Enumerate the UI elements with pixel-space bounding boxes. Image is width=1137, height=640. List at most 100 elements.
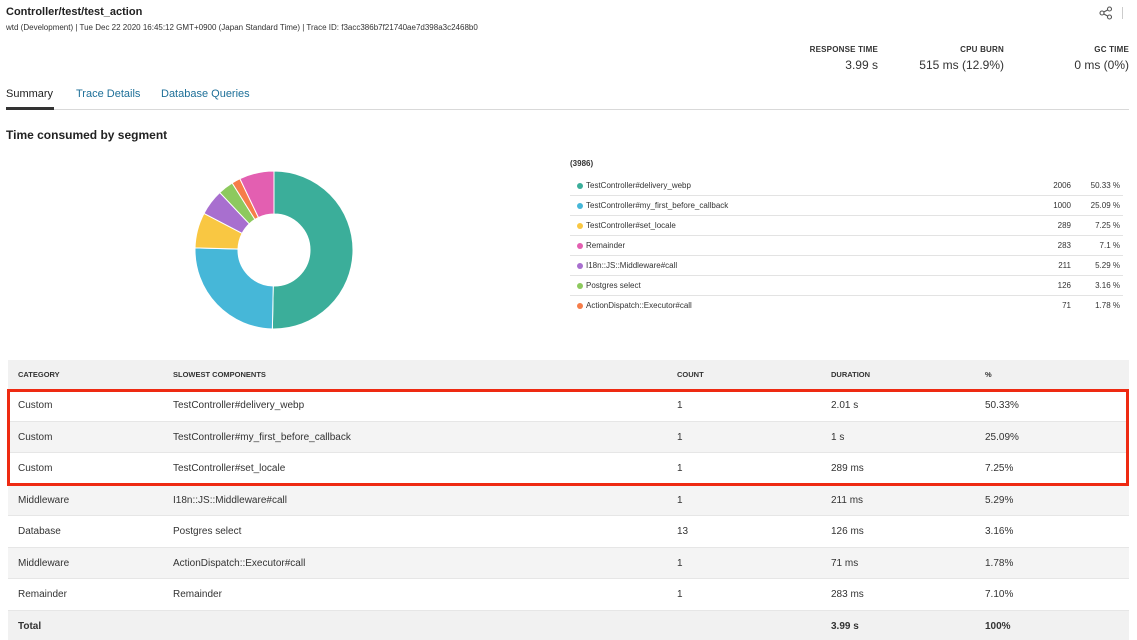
tab-database-queries[interactable]: Database Queries xyxy=(161,88,250,100)
cell-component: Remainder xyxy=(173,589,222,600)
legend-item[interactable]: Postgres select 126 3.16 % xyxy=(570,276,1123,296)
legend-count: 71 xyxy=(1062,301,1071,310)
cell-component: TestController#set_locale xyxy=(173,463,286,474)
legend-color-dot xyxy=(577,263,583,269)
legend-item[interactable]: TestController#delivery_webp 2006 50.33 % xyxy=(570,176,1123,196)
column-header-components[interactable]: SLOWEST COMPONENTS xyxy=(173,360,266,390)
legend-color-dot xyxy=(577,303,583,309)
table-row[interactable]: Custom TestController#my_first_before_cal… xyxy=(8,421,1129,453)
tab-bar: Summary Trace Details Database Queries xyxy=(6,86,1129,110)
column-header-category[interactable]: CATEGORY xyxy=(18,360,60,390)
table-row[interactable]: Middleware ActionDispatch::Executor#call 1… xyxy=(8,547,1129,579)
legend-percent: 5.29 % xyxy=(1095,261,1120,270)
legend-label: ActionDispatch::Executor#call xyxy=(586,301,692,310)
cell-component: TestController#delivery_webp xyxy=(173,400,305,411)
column-header-count[interactable]: COUNT xyxy=(677,360,704,390)
cell-category: Custom xyxy=(18,431,53,443)
share-icon[interactable] xyxy=(1099,6,1113,20)
chart-legend: (3986) TestController#delivery_webp 2006 5… xyxy=(570,158,1123,316)
total-duration: 3.99 s xyxy=(831,620,859,632)
legend-label: TestController#my_first_before_callback xyxy=(586,201,729,210)
legend-count: 289 xyxy=(1057,221,1071,230)
cell-duration: 2.01 s xyxy=(831,400,859,411)
cell-percent: 7.25% xyxy=(985,463,1014,474)
cell-duration: 1 s xyxy=(831,431,845,443)
cell-percent: 3.16% xyxy=(985,526,1014,537)
segments-table: CATEGORY SLOWEST COMPONENTS COUNT DURATI… xyxy=(8,360,1129,640)
cpu-burn-metric: CPU BURN 515 ms (12.9%) xyxy=(919,45,1004,72)
legend-color-dot xyxy=(577,243,583,249)
metric-value: 0 ms (0%) xyxy=(1074,58,1129,72)
legend-label: TestController#delivery_webp xyxy=(586,181,691,190)
tab-trace-details[interactable]: Trace Details xyxy=(76,88,140,100)
cell-count: 1 xyxy=(677,463,683,474)
table-row[interactable]: Remainder Remainder 1 283 ms 7.10% xyxy=(8,579,1129,611)
total-label: Total xyxy=(18,620,42,632)
active-tab-indicator xyxy=(6,107,54,110)
metric-value: 515 ms (12.9%) xyxy=(919,58,1004,72)
cell-category: Middleware xyxy=(18,557,70,569)
donut-slice[interactable] xyxy=(194,247,274,330)
cell-count: 1 xyxy=(677,400,683,411)
table-row[interactable]: Database Postgres select 13 126 ms 3.16% xyxy=(8,516,1129,548)
table-row[interactable]: Custom TestController#set_locale 1 289 ms 7.… xyxy=(8,453,1129,485)
legend-total: (3986) xyxy=(570,159,594,168)
column-header-duration[interactable]: DURATION xyxy=(831,360,870,390)
cell-duration: 289 ms xyxy=(831,463,864,474)
legend-color-dot xyxy=(577,283,583,289)
table-header: CATEGORY SLOWEST COMPONENTS COUNT DURATI… xyxy=(8,360,1129,390)
cell-category: Database xyxy=(18,526,61,537)
cell-count: 1 xyxy=(677,557,683,569)
legend-color-dot xyxy=(577,203,583,209)
donut-slice[interactable] xyxy=(271,170,354,330)
legend-count: 126 xyxy=(1057,281,1071,290)
metric-label: CPU BURN xyxy=(960,45,1004,54)
metric-label: RESPONSE TIME xyxy=(809,45,878,54)
cell-count: 1 xyxy=(677,431,683,443)
legend-count: 283 xyxy=(1057,241,1071,250)
legend-item[interactable]: Remainder 283 7.1 % xyxy=(570,236,1123,256)
legend-item[interactable]: I18n::JS::Middleware#call 211 5.29 % xyxy=(570,256,1123,276)
legend-item[interactable]: TestController#set_locale 289 7.25 % xyxy=(570,216,1123,236)
cell-percent: 7.10% xyxy=(985,589,1014,600)
cell-component: ActionDispatch::Executor#call xyxy=(173,557,306,569)
cell-percent: 50.33% xyxy=(985,400,1019,411)
cell-category: Remainder xyxy=(18,589,67,600)
legend-label: Remainder xyxy=(586,241,626,250)
cell-percent: 25.09% xyxy=(985,431,1019,443)
cell-category: Middleware xyxy=(18,494,70,506)
segment-donut-chart xyxy=(194,170,354,330)
table-row[interactable]: Middleware I18n::JS::Middleware#call 1 211 … xyxy=(8,484,1129,516)
cell-category: Custom xyxy=(18,463,53,474)
page-title: Controller/test/test_action xyxy=(6,6,143,18)
legend-percent: 25.09 % xyxy=(1090,201,1120,210)
column-header-percent[interactable]: % xyxy=(985,360,992,390)
legend-label: TestController#set_locale xyxy=(586,221,676,230)
cell-count: 1 xyxy=(677,494,683,506)
cell-count: 13 xyxy=(677,526,689,537)
metric-label: GC TIME xyxy=(1094,45,1129,54)
legend-color-dot xyxy=(577,183,583,189)
legend-item[interactable]: TestController#my_first_before_callback 1… xyxy=(570,196,1123,216)
cell-duration: 126 ms xyxy=(831,526,864,537)
legend-item[interactable]: ActionDispatch::Executor#call 71 1.78 % xyxy=(570,296,1123,316)
legend-percent: 50.33 % xyxy=(1090,181,1120,190)
table-row[interactable]: Custom TestController#delivery_webp 1 2.01 … xyxy=(8,390,1129,422)
cell-duration: 283 ms xyxy=(831,589,864,600)
cell-component: TestController#my_first_before_callback xyxy=(173,431,351,443)
cell-percent: 5.29% xyxy=(985,494,1014,506)
legend-count: 1000 xyxy=(1053,201,1071,210)
legend-percent: 3.16 % xyxy=(1095,281,1120,290)
tab-summary[interactable]: Summary xyxy=(6,88,53,100)
legend-label: I18n::JS::Middleware#call xyxy=(586,261,678,270)
legend-count: 2006 xyxy=(1053,181,1071,190)
gc-time-metric: GC TIME 0 ms (0%) xyxy=(1074,45,1129,72)
legend-percent: 7.1 % xyxy=(1099,241,1120,250)
cell-component: Postgres select xyxy=(173,526,242,537)
legend-percent: 7.25 % xyxy=(1095,221,1120,230)
header-divider xyxy=(1122,7,1123,19)
legend-label: Postgres select xyxy=(586,281,641,290)
total-percent: 100% xyxy=(985,620,1011,632)
cell-count: 1 xyxy=(677,589,683,600)
response-time-metric: RESPONSE TIME 3.99 s xyxy=(810,45,878,72)
